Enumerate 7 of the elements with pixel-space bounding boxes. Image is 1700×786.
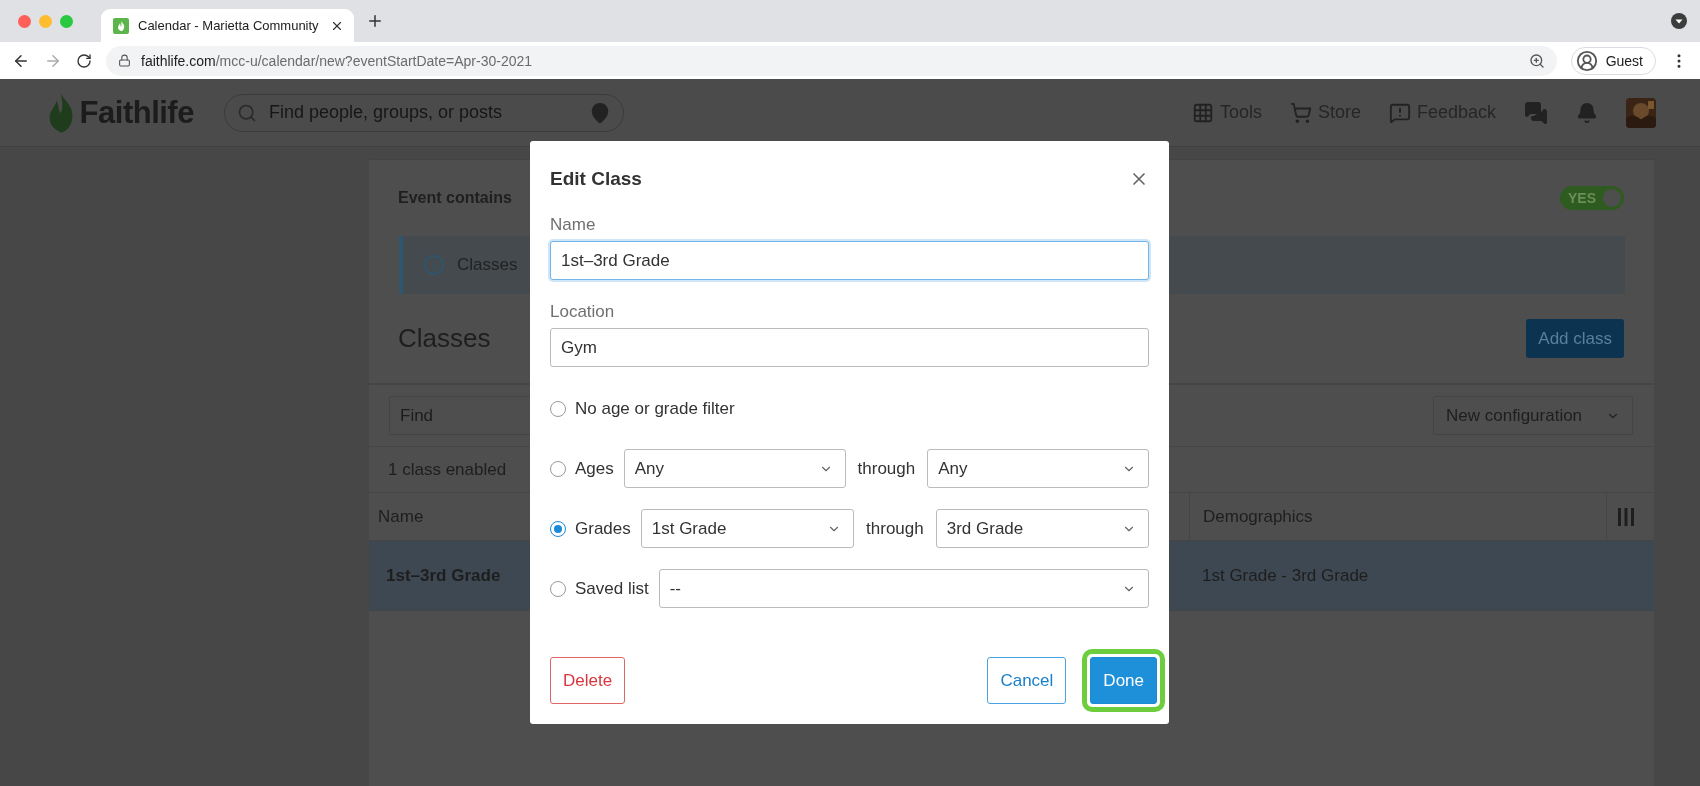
- url-text: faithlife.com/mcc-u/calendar/new?eventStartDate=Apr-30-2021: [141, 52, 534, 69]
- field-label: Location: [550, 302, 616, 322]
- field-label: Name: [550, 215, 597, 235]
- through-label: through: [865, 518, 925, 539]
- through-label: through: [856, 458, 917, 479]
- dialog-title: Edit Class: [550, 168, 642, 190]
- tab-title: Calendar - Marietta Community: [138, 18, 320, 33]
